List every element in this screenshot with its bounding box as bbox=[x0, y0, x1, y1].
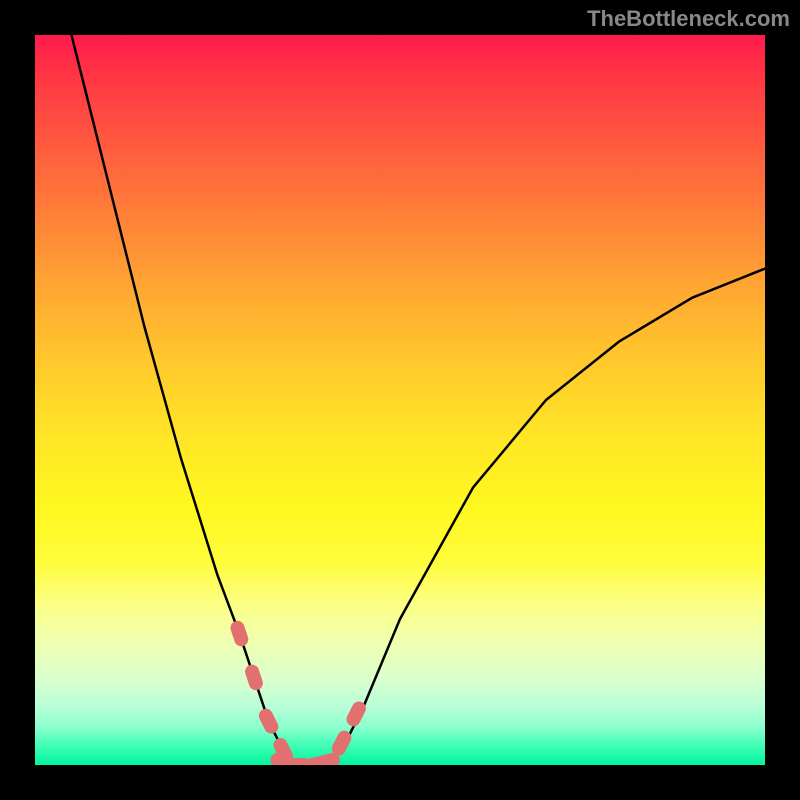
highlight-markers bbox=[238, 628, 359, 765]
bottleneck-curve bbox=[72, 35, 766, 765]
plot-area bbox=[35, 35, 765, 765]
curve-svg bbox=[35, 35, 765, 765]
watermark-text: TheBottleneck.com bbox=[587, 6, 790, 32]
chart-container: TheBottleneck.com bbox=[0, 0, 800, 800]
